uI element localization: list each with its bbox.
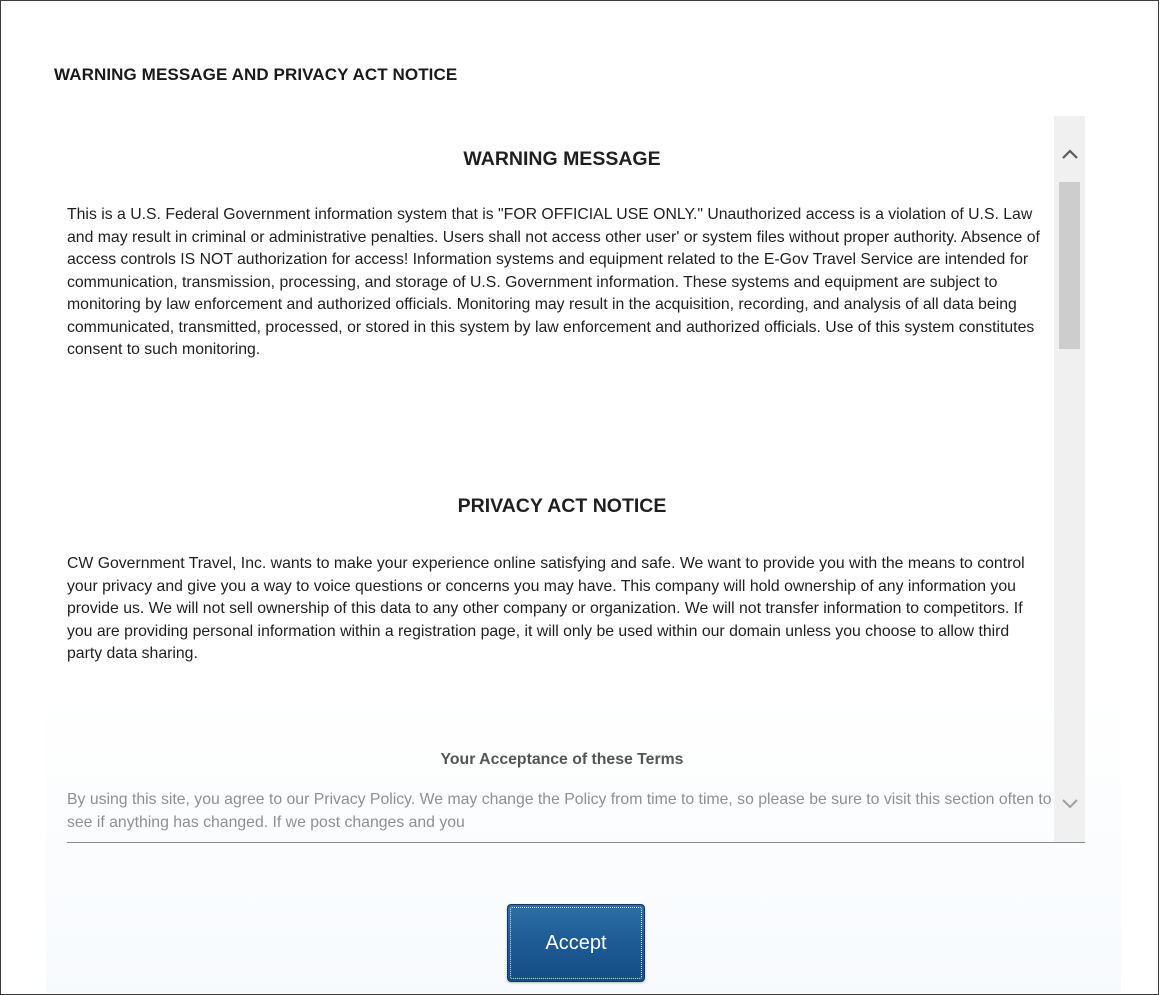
accept-button[interactable]: Accept — [507, 904, 645, 982]
chevron-up-icon[interactable] — [1054, 139, 1085, 169]
terms-heading: Your Acceptance of these Terms — [440, 751, 684, 768]
warning-text: This is a U.S. Federal Government inform… — [67, 206, 1040, 358]
vertical-scrollbar[interactable] — [1054, 116, 1085, 842]
scrollbar-thumb[interactable] — [1059, 182, 1080, 349]
notice-scroll-area[interactable]: WARNING MESSAGE This is a U.S. Federal G… — [46, 116, 1086, 842]
warning-heading: WARNING MESSAGE — [463, 148, 661, 170]
privacy-heading: PRIVACY ACT NOTICE — [457, 495, 667, 517]
dialog-frame: WARNING MESSAGE AND PRIVACY ACT NOTICE W… — [0, 0, 1159, 995]
privacy-text: CW Government Travel, Inc. wants to make… — [67, 555, 1025, 662]
dialog-title: WARNING MESSAGE AND PRIVACY ACT NOTICE — [54, 65, 458, 84]
scroll-area-divider — [67, 842, 1085, 843]
chevron-down-icon[interactable] — [1054, 788, 1085, 818]
terms-text: By using this site, you agree to our Pri… — [67, 791, 1052, 831]
